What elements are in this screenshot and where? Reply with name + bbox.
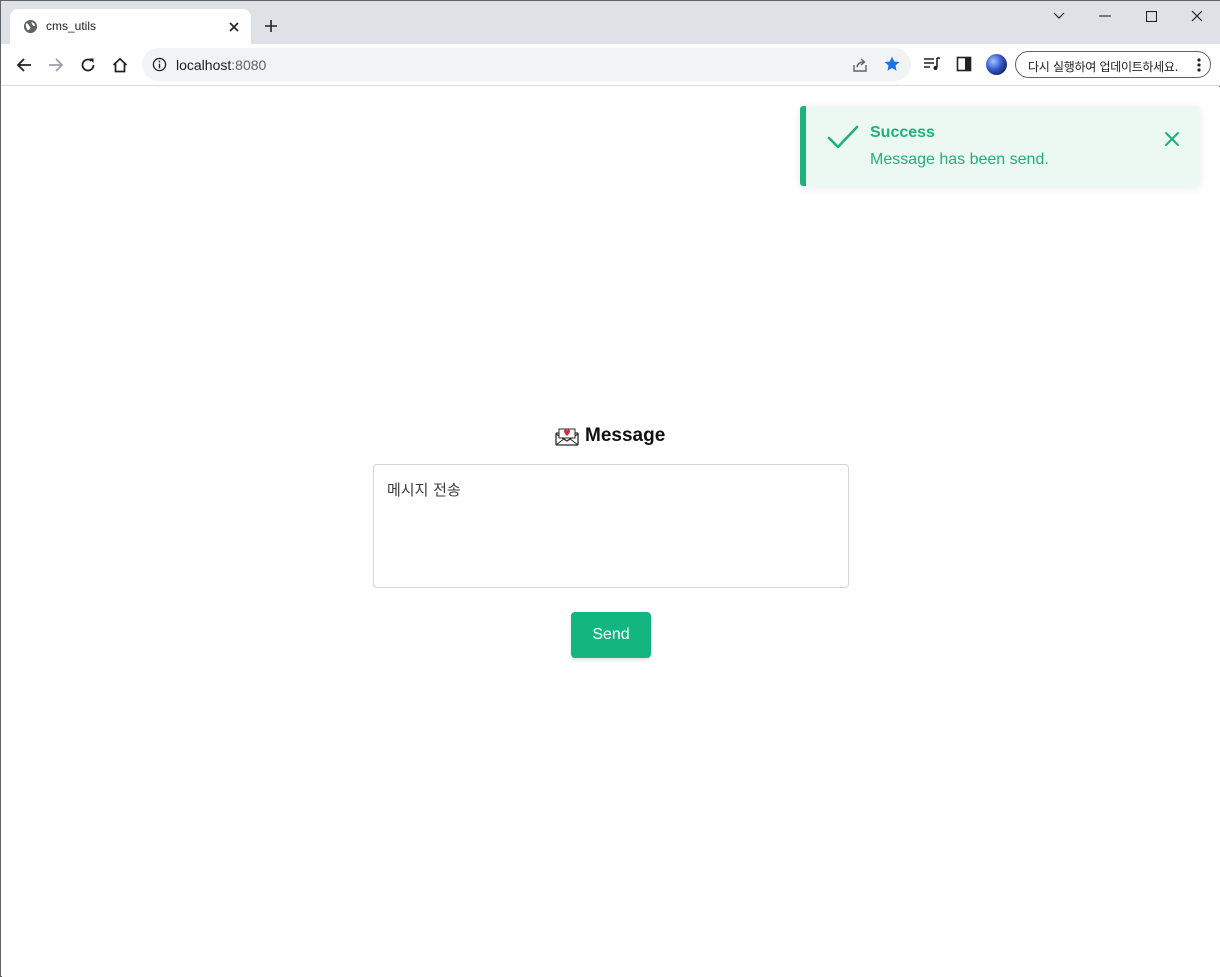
- close-window-icon[interactable]: [1185, 5, 1209, 27]
- success-toast: Success Message has been send.: [800, 106, 1200, 186]
- checkmark-icon: [826, 124, 860, 152]
- media-queue-icon[interactable]: [922, 54, 942, 74]
- love-letter-envelope-icon: [555, 426, 579, 446]
- toast-close-icon[interactable]: [1163, 130, 1181, 148]
- profile-avatar[interactable]: [986, 54, 1007, 75]
- page-viewport: Success Message has been send. Message 메…: [2, 87, 1220, 977]
- tab-strip: cms_utils: [1, 0, 1220, 46]
- site-info-icon[interactable]: [152, 57, 167, 72]
- kebab-menu-icon[interactable]: [1194, 57, 1204, 73]
- side-panel-icon[interactable]: [954, 54, 974, 74]
- message-title: Message: [585, 425, 666, 446]
- address-host: localhost: [176, 57, 232, 73]
- tab-close-icon[interactable]: [224, 17, 244, 37]
- back-arrow-icon[interactable]: [11, 52, 37, 78]
- update-button-label: 다시 실행하여 업데이트하세요.: [1028, 60, 1179, 74]
- home-icon[interactable]: [107, 52, 133, 78]
- toast-title: Success: [870, 124, 935, 141]
- toast-message: Message has been send.: [870, 151, 1049, 168]
- share-icon[interactable]: [851, 56, 869, 74]
- browser-window: cms_utils localhost:8080 다시 실행하여 업데이트하세요…: [0, 0, 1220, 977]
- tab-title: cms_utils: [46, 19, 97, 33]
- message-textarea[interactable]: 메시지 전송: [373, 464, 849, 588]
- browser-toolbar: localhost:8080 다시 실행하여 업데이트하세요.: [1, 44, 1220, 86]
- maximize-icon[interactable]: [1139, 5, 1163, 27]
- minimize-icon[interactable]: [1093, 5, 1117, 27]
- update-chrome-button[interactable]: 다시 실행하여 업데이트하세요.: [1015, 51, 1211, 78]
- globe-icon: [23, 19, 38, 34]
- bookmark-star-icon[interactable]: [883, 55, 901, 73]
- address-url: localhost:8080: [176, 57, 266, 73]
- address-port: :8080: [231, 57, 267, 73]
- tab-search-chevron-down-icon[interactable]: [1047, 5, 1071, 27]
- send-button[interactable]: Send: [571, 612, 651, 658]
- tab-cms-utils[interactable]: cms_utils: [10, 9, 251, 46]
- address-bar[interactable]: localhost:8080: [142, 48, 911, 81]
- forward-arrow-icon[interactable]: [43, 52, 69, 78]
- reload-icon[interactable]: [75, 52, 101, 78]
- message-heading: Message: [555, 424, 665, 448]
- new-tab-plus-icon[interactable]: [260, 15, 282, 37]
